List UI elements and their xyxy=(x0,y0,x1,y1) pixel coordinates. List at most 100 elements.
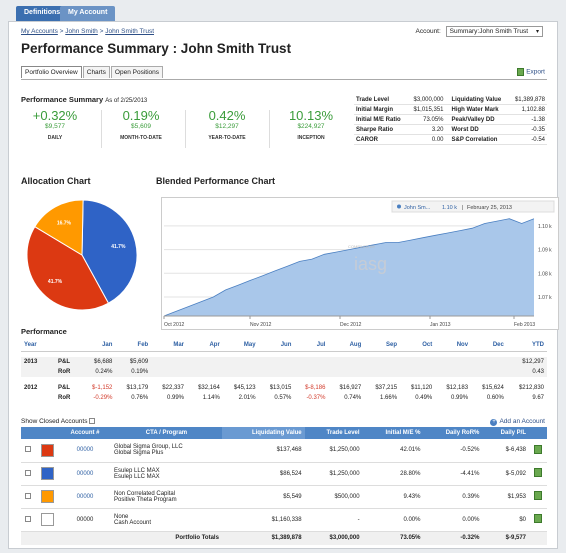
report-icon-cell xyxy=(529,485,547,509)
perf-cell: 1.66% xyxy=(380,395,398,401)
perf-cell xyxy=(400,367,436,377)
perf-col-header: Mar xyxy=(151,340,187,352)
plus-icon: + xyxy=(490,419,498,426)
row-checkbox[interactable] xyxy=(25,446,31,453)
stat-value: -0.54 xyxy=(509,134,547,145)
perf-cell xyxy=(435,357,472,367)
accounts-col-header[interactable]: Daily P/L xyxy=(482,427,529,439)
accounts-col-header[interactable]: Liquidating Value xyxy=(221,427,305,439)
total-me: 73.05% xyxy=(362,531,424,545)
stat-value: 3.20 xyxy=(407,124,446,135)
perf-year: 2013 xyxy=(21,357,47,367)
row-select[interactable] xyxy=(21,462,35,486)
add-account-link[interactable]: + Add an Account xyxy=(490,418,545,426)
account-liq: $5,549 xyxy=(221,485,305,509)
perf-col-header: Jul xyxy=(294,340,329,352)
perf-col-header: Aug xyxy=(328,340,365,352)
stats-row: CAROR 0.00 S&P Correlation -0.54 xyxy=(354,134,547,145)
stat-value: 73.05% xyxy=(407,114,446,125)
accounts-col-header[interactable]: Daily RoR% xyxy=(423,427,483,439)
account-number-link[interactable]: 00000 xyxy=(77,447,94,453)
perf-cell xyxy=(328,367,365,377)
breadcrumb-john-smith[interactable]: John Smith xyxy=(65,28,98,35)
totals-blank xyxy=(529,531,547,545)
row-select[interactable] xyxy=(21,439,35,463)
stat-label: Worst DD xyxy=(445,124,510,135)
account-pl: $-5,092 xyxy=(482,462,529,486)
perf-col-header: Apr xyxy=(187,340,223,352)
show-closed-accounts[interactable]: Show Closed Accounts xyxy=(21,418,96,425)
watermark-caption: COMPILED BY xyxy=(348,244,376,249)
stat-label: S&P Correlation xyxy=(445,134,510,145)
perf-cell: $32,164 xyxy=(198,385,220,391)
perf-cell xyxy=(294,367,329,377)
accounts-col-header[interactable]: Initial M/E % xyxy=(362,427,424,439)
report-icon[interactable] xyxy=(534,444,542,454)
tab-portfolio-overview[interactable]: Portfolio Overview xyxy=(21,66,82,78)
account-number-link[interactable]: 00000 xyxy=(77,494,94,500)
account-me: 28.80% xyxy=(362,462,424,486)
account-ror: -0.52% xyxy=(423,439,483,463)
color-swatch-cell xyxy=(35,439,59,463)
account-me: 0.00% xyxy=(362,508,424,532)
row-checkbox[interactable] xyxy=(25,515,31,522)
perf-col-header: Oct xyxy=(400,340,436,352)
perf-cell: $-8,186 xyxy=(305,385,326,391)
perf-cell: $6,688 xyxy=(81,357,116,367)
total-pl: $-9,577 xyxy=(482,531,529,545)
color-swatch xyxy=(40,443,54,457)
export-button[interactable]: Export xyxy=(517,68,545,76)
breadcrumb-trust[interactable]: John Smith Trust xyxy=(105,28,154,35)
perf-cell xyxy=(222,367,259,377)
stat-label: Trade Level xyxy=(354,95,408,105)
program-name: Cash Account xyxy=(114,519,152,526)
stat-label: Liquidating Value xyxy=(445,95,510,105)
metric-amount: $9,577 xyxy=(45,123,65,130)
perf-cell: -0.29% xyxy=(93,395,113,401)
perf-col-header: Year xyxy=(21,340,47,352)
breadcrumb-my-accounts[interactable]: My Accounts xyxy=(21,28,58,35)
tab-open-positions[interactable]: Open Positions xyxy=(110,66,163,78)
perf-cell xyxy=(151,357,187,367)
perf-cell: 0.60% xyxy=(486,395,504,401)
perf-summary-title: Performance Summary As of 2/25/2013 xyxy=(21,95,147,104)
y-tick-label: 1.10 k xyxy=(538,224,552,230)
program-name: Positive Theta Program xyxy=(114,496,177,503)
metric-amount: $224,927 xyxy=(297,123,325,130)
perf-row: 2013 P&L $6,688 $5,609 $12,297 xyxy=(21,357,547,367)
account-row: 00000 Esulep LLC MAX Esulep LLC MAX $86,524… xyxy=(21,462,547,486)
row-select[interactable] xyxy=(21,508,35,532)
y-tick-label: 1.08 k xyxy=(538,271,552,277)
legend-separator: | xyxy=(462,205,463,211)
row-select[interactable] xyxy=(21,485,35,509)
row-checkbox[interactable] xyxy=(25,469,31,476)
color-swatch-cell xyxy=(35,508,59,532)
account-number-link[interactable]: 00000 xyxy=(77,471,94,477)
account-pl: $0 xyxy=(482,508,529,532)
report-icon[interactable] xyxy=(534,514,542,523)
row-checkbox[interactable] xyxy=(25,492,31,499)
account-ror: -4.41% xyxy=(423,462,483,486)
report-icon[interactable] xyxy=(534,468,542,477)
metric-ytd: 0.42% $12,297 YEAR-TO-DATE xyxy=(187,108,267,141)
accounts-col-header[interactable]: CTA / Program xyxy=(111,427,222,439)
totals-row: Portfolio Totals $1,389,878 $3,000,000 73.0… xyxy=(21,531,547,545)
allocation-title: Allocation Chart xyxy=(21,176,91,186)
metric-inception: 10.13% $224,927 INCEPTION xyxy=(271,108,351,141)
report-icon[interactable] xyxy=(534,491,542,500)
accounts-col-header xyxy=(21,427,35,439)
tab-my-account[interactable]: My Account xyxy=(60,6,116,21)
accounts-col-header[interactable]: Trade Level xyxy=(304,427,363,439)
accounts-col-header[interactable]: Account # xyxy=(59,427,111,439)
report-icon-cell xyxy=(529,462,547,486)
tab-charts[interactable]: Charts xyxy=(82,66,110,78)
cta-program-cell: Global Sigma Group, LLC Global Sigma Plus xyxy=(111,439,222,463)
account-select[interactable]: Summary:John Smith Trust xyxy=(445,26,543,37)
program-name: Global Sigma Plus xyxy=(114,450,164,457)
account-row: 00000 Global Sigma Group, LLC Global Sigma… xyxy=(21,439,547,463)
show-closed-checkbox[interactable] xyxy=(89,418,96,425)
legend-series-name: John Sm... xyxy=(404,205,431,211)
color-swatch xyxy=(40,467,54,480)
perf-cell: -0.37% xyxy=(306,395,326,401)
perf-cell: 0.24% xyxy=(81,367,116,377)
